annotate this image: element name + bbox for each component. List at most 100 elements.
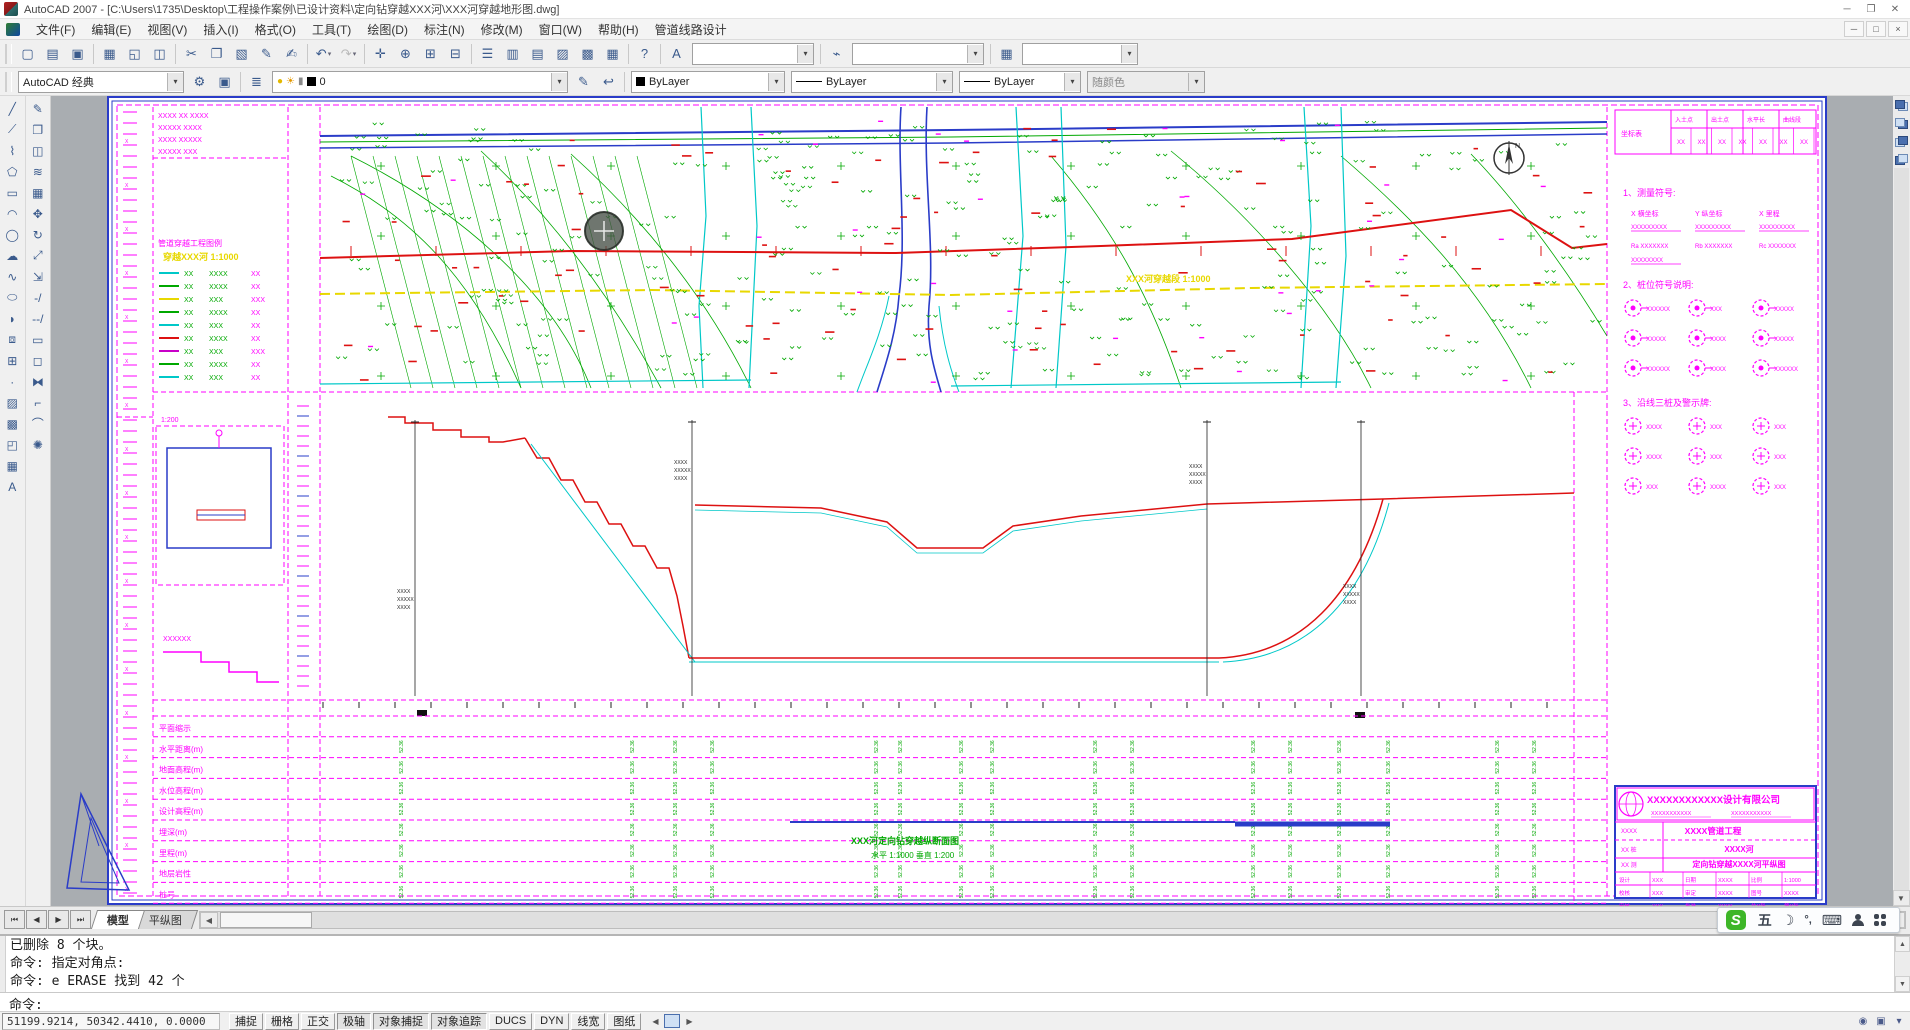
zoom-previous-button[interactable]: ⊟ xyxy=(443,42,468,66)
copy-tool[interactable]: ❐ xyxy=(26,119,50,140)
command-scroll-down[interactable]: ▼ xyxy=(1895,976,1910,992)
horizontal-scrollbar[interactable]: ◀ ▶ xyxy=(199,911,1906,929)
ime-punctuation-icon[interactable]: °, xyxy=(1804,914,1811,926)
menu-6[interactable]: 工具(T) xyxy=(304,19,359,40)
hscroll-thumb[interactable] xyxy=(220,912,312,928)
status-menu-icon[interactable]: ▾ xyxy=(1890,1014,1908,1029)
workspace-settings-button[interactable]: ⚙ xyxy=(187,70,212,94)
minimize-button[interactable]: ─ xyxy=(1836,2,1858,16)
status-toggle-DUCS[interactable]: DUCS xyxy=(489,1013,532,1030)
circle-tool[interactable]: ◯ xyxy=(0,224,24,245)
status-toggle-极轴[interactable]: 极轴 xyxy=(337,1013,371,1030)
child-minimize-button[interactable]: ─ xyxy=(1844,21,1864,37)
layer-properties-button[interactable]: ≣ xyxy=(244,70,269,94)
array-tool[interactable]: ▦ xyxy=(26,182,50,203)
ime-mode-wubi[interactable]: 五 xyxy=(1758,910,1772,930)
status-toggle-对象追踪[interactable]: 对象追踪 xyxy=(431,1013,487,1030)
color-combo[interactable]: ByLayer▾ xyxy=(631,71,785,93)
command-prompt[interactable]: 命令: xyxy=(0,992,1910,1013)
break-point-tool[interactable]: ▭ xyxy=(26,329,50,350)
offset-tool[interactable]: ≋ xyxy=(26,161,50,182)
ellipse-arc-tool[interactable]: ◗ xyxy=(0,308,24,329)
publish-button[interactable]: ◫ xyxy=(147,42,172,66)
table-tool[interactable]: ▦ xyxy=(0,455,24,476)
mirror-tool[interactable]: ◫ xyxy=(26,140,50,161)
layer-previous-button[interactable]: ↩ xyxy=(596,70,621,94)
command-scroll-up[interactable]: ▲ xyxy=(1895,936,1910,952)
cut-button[interactable]: ✂ xyxy=(179,42,204,66)
quickcalc-button[interactable]: ▦ xyxy=(600,42,625,66)
scale-tool[interactable]: ⤢ xyxy=(26,245,50,266)
pan-button[interactable]: ✛ xyxy=(368,42,393,66)
chamfer-tool[interactable]: ⌐ xyxy=(26,392,50,413)
save-button[interactable]: ▣ xyxy=(65,42,90,66)
sheetset-manager-button[interactable]: ▨ xyxy=(550,42,575,66)
text-style-button[interactable]: A xyxy=(664,42,689,66)
markup-manager-button[interactable]: ▩ xyxy=(575,42,600,66)
menu-2[interactable]: 编辑(E) xyxy=(83,19,139,40)
model-prev-button[interactable]: ◀ xyxy=(648,1014,662,1028)
coordinate-readout[interactable]: 51199.9214, 50342.4410, 0.0000 xyxy=(2,1013,220,1030)
ime-toolbox-icon[interactable] xyxy=(1874,914,1886,926)
menu-4[interactable]: 插入(I) xyxy=(195,19,246,40)
plot-preview-button[interactable]: ◱ xyxy=(122,42,147,66)
command-scrollbar[interactable]: ▲ ▼ xyxy=(1894,936,1910,992)
toolbar-grip[interactable] xyxy=(5,44,12,64)
new-button[interactable]: ▢ xyxy=(15,42,40,66)
copy-clip-button[interactable]: ❐ xyxy=(204,42,229,66)
ellipse-tool[interactable]: ⬭ xyxy=(0,287,24,308)
open-button[interactable]: ▤ xyxy=(40,42,65,66)
layout-icon[interactable] xyxy=(664,1014,680,1028)
ime-account-icon[interactable] xyxy=(1852,914,1864,926)
menu-10[interactable]: 窗口(W) xyxy=(531,19,590,40)
sogou-logo-icon[interactable]: S xyxy=(1726,910,1746,930)
menu-8[interactable]: 标注(N) xyxy=(416,19,473,40)
tab-nav-1[interactable]: ◀ xyxy=(26,910,47,929)
text-style-combo[interactable]: ▾ xyxy=(692,43,814,65)
plot-button[interactable]: ▦ xyxy=(97,42,122,66)
polyline-tool[interactable]: ⌇ xyxy=(0,140,24,161)
status-toggle-正交[interactable]: 正交 xyxy=(301,1013,335,1030)
status-toggle-栅格[interactable]: 栅格 xyxy=(265,1013,299,1030)
restore-button[interactable]: ❐ xyxy=(1860,2,1882,16)
stretch-tool[interactable]: ⇲ xyxy=(26,266,50,287)
table-style-button[interactable]: ▦ xyxy=(994,42,1019,66)
undo-button[interactable]: ↶▾ xyxy=(311,42,336,66)
menu-9[interactable]: 修改(M) xyxy=(473,19,531,40)
zoom-realtime-button[interactable]: ⊕ xyxy=(393,42,418,66)
point-tool[interactable]: · xyxy=(0,371,24,392)
help-button[interactable]: ? xyxy=(632,42,657,66)
table-style-combo[interactable]: ▾ xyxy=(1022,43,1138,65)
drawing-canvas[interactable]: XXXXXXXXXXXXXXXXXXXXXX XX XXXXXXXXX XXXX… xyxy=(51,96,1891,906)
zoom-window-button[interactable]: ⊞ xyxy=(418,42,443,66)
scroll-down-button[interactable]: ▼ xyxy=(1893,890,1910,906)
communication-center-icon[interactable]: ◉ xyxy=(1854,1014,1872,1029)
menu-11[interactable]: 帮助(H) xyxy=(590,19,647,40)
insert-block-tool[interactable]: ⧈ xyxy=(0,329,24,350)
spline-tool[interactable]: ∿ xyxy=(0,266,24,287)
break-tool[interactable]: ◻ xyxy=(26,350,50,371)
extend-tool[interactable]: --/ xyxy=(26,308,50,329)
toolbar-lock-icon[interactable]: ▣ xyxy=(1872,1014,1890,1029)
status-toggle-对象捕捉[interactable]: 对象捕捉 xyxy=(373,1013,429,1030)
vertical-scrollbar[interactable] xyxy=(1894,168,1909,890)
child-close-button[interactable]: × xyxy=(1888,21,1908,37)
tab-模型[interactable]: 模型 xyxy=(91,910,145,929)
tab-nav-0[interactable]: ⏮ xyxy=(4,910,25,929)
ime-softkeyboard-icon[interactable]: ⌨ xyxy=(1822,912,1842,929)
erase-tool[interactable]: ✎ xyxy=(26,98,50,119)
rectangle-tool[interactable]: ▭ xyxy=(0,182,24,203)
explode-tool[interactable]: ✺ xyxy=(26,434,50,455)
status-toggle-DYN[interactable]: DYN xyxy=(534,1013,569,1030)
send-under-button[interactable] xyxy=(1893,151,1909,167)
menu-5[interactable]: 格式(O) xyxy=(247,19,304,40)
model-next-button[interactable]: ▶ xyxy=(682,1014,696,1028)
properties-button[interactable]: ☰ xyxy=(475,42,500,66)
paste-button[interactable]: ▧ xyxy=(229,42,254,66)
command-history[interactable]: 已删除 8 个块。 命令: 指定对角点: 命令: e ERASE 找到 42 个 xyxy=(6,936,1894,992)
revision-cloud-tool[interactable]: ☁ xyxy=(0,245,24,266)
send-to-back-button[interactable] xyxy=(1893,115,1909,131)
ime-fullhalf-moon-icon[interactable]: ☽ xyxy=(1782,912,1795,929)
polygon-tool[interactable]: ⬠ xyxy=(0,161,24,182)
tab-nav-3[interactable]: ⏭ xyxy=(70,910,91,929)
